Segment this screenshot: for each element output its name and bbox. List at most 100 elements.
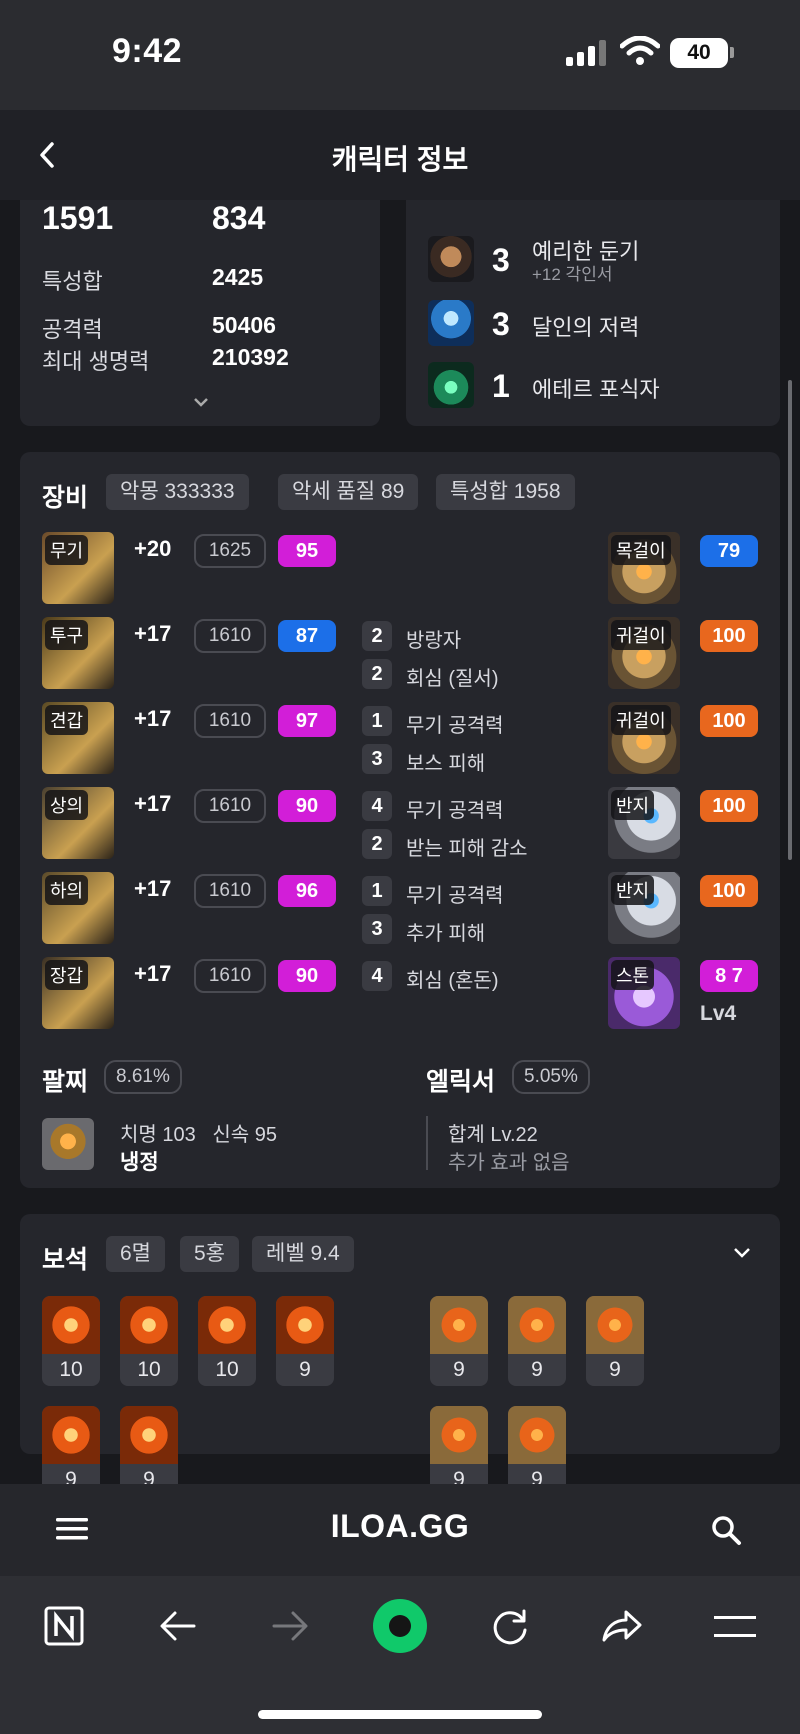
equipment-icon[interactable]: 견갑 — [42, 702, 114, 774]
engraving-name: 달인의 저력 — [532, 315, 640, 340]
slot-tag: 무기 — [45, 535, 89, 565]
battery-nub — [730, 47, 734, 58]
chevron-down-icon[interactable] — [732, 1246, 752, 1260]
search-icon[interactable] — [710, 1514, 742, 1546]
slot-tag: 반지 — [611, 875, 655, 905]
effect-name: 무기 공격력 — [406, 715, 504, 737]
share-icon[interactable] — [600, 1606, 644, 1646]
home-indicator — [258, 1710, 542, 1719]
effect-name: 회심 (질서) — [406, 668, 499, 690]
damage-gem[interactable]: 10 — [198, 1296, 256, 1386]
browser-back-icon[interactable] — [158, 1608, 198, 1644]
effect-name: 받는 피해 감소 — [406, 838, 528, 860]
quality-badge: 95 — [278, 535, 336, 567]
quality-badge: 90 — [278, 790, 336, 822]
stone-level: Lv4 — [700, 1002, 737, 1025]
accessory-icon[interactable]: 목걸이 — [608, 532, 680, 604]
enhance-level: +17 — [134, 876, 172, 901]
elixir-effect: 추가 효과 없음 — [448, 1152, 570, 1174]
gem-level: 9 — [531, 1358, 543, 1381]
item-level: 1610 — [194, 789, 266, 823]
equipment-icon[interactable]: 상의 — [42, 787, 114, 859]
notion-n-icon[interactable] — [44, 1606, 84, 1646]
hp-value: 210392 — [212, 344, 289, 370]
effect-name: 무기 공격력 — [406, 885, 504, 907]
trait-value: 2425 — [212, 264, 264, 290]
damage-gem[interactable]: 10 — [120, 1296, 178, 1386]
browser-menu-icon[interactable] — [714, 1614, 756, 1640]
effect-name: 방랑자 — [406, 630, 462, 652]
gem-level: 10 — [59, 1358, 83, 1381]
accessory-icon[interactable]: 스톤 — [608, 957, 680, 1029]
slot-tag: 목걸이 — [611, 535, 671, 565]
cooldown-gem[interactable]: 9 — [508, 1296, 566, 1386]
equipment-card: 장비 악몽 333333 악세 품질 89 특성합 1958 무기 +20 1625… — [20, 452, 780, 1188]
wifi-icon — [620, 36, 660, 65]
bracelet-stats: 치명 103 신속 95 — [120, 1124, 277, 1146]
stats-card: 1591 834 특성합 2425 공격력 50406 최대 생명력 21039… — [20, 170, 380, 426]
enhance-level: +17 — [134, 961, 172, 986]
accessory-icon[interactable]: 반지 — [608, 787, 680, 859]
engraving-level: 1 — [492, 368, 510, 404]
divider — [426, 1116, 428, 1170]
effect-level: 4 — [362, 961, 392, 991]
stat-top-left: 1591 — [42, 200, 114, 236]
equipment-icon[interactable]: 투구 — [42, 617, 114, 689]
item-level: 1610 — [194, 704, 266, 738]
battery-icon: 40 — [670, 38, 728, 68]
enhance-level: +17 — [134, 706, 172, 731]
item-level: 1610 — [194, 874, 266, 908]
scrollbar[interactable] — [788, 380, 792, 860]
cooldown-gem[interactable]: 9 — [430, 1406, 488, 1496]
item-level: 1610 — [194, 959, 266, 993]
equip-chip: 특성합 1958 — [436, 474, 575, 510]
damage-gem[interactable]: 9 — [276, 1296, 334, 1386]
effect-level: 4 — [362, 791, 392, 821]
effect-level: 3 — [362, 914, 392, 944]
gem-level: 9 — [453, 1358, 465, 1381]
equipment-icon[interactable]: 무기 — [42, 532, 114, 604]
slot-tag: 귀걸이 — [611, 705, 671, 735]
browser-forward-icon[interactable] — [270, 1608, 310, 1644]
bracelet-pct: 8.61% — [104, 1060, 182, 1094]
cooldown-gem[interactable]: 9 — [430, 1296, 488, 1386]
enhance-level: +17 — [134, 621, 172, 646]
cooldown-gem[interactable]: 9 — [508, 1406, 566, 1496]
gem-icon — [198, 1296, 256, 1354]
engraving-level: 3 — [492, 306, 510, 342]
stat-top-right: 834 — [212, 200, 266, 236]
site-logo[interactable]: ILOA.GG — [0, 1508, 800, 1545]
gem-chip: 5홍 — [180, 1236, 239, 1272]
accessory-icon[interactable]: 귀걸이 — [608, 617, 680, 689]
damage-gem[interactable]: 9 — [120, 1406, 178, 1496]
accessory-icon[interactable]: 귀걸이 — [608, 702, 680, 774]
equip-chip: 악세 품질 89 — [278, 474, 419, 510]
gem-icon — [42, 1296, 100, 1354]
slot-tag: 상의 — [45, 790, 89, 820]
elixir-total: 합계 Lv.22 — [448, 1124, 538, 1146]
damage-gem[interactable]: 9 — [42, 1406, 100, 1496]
whale-home-icon[interactable] — [372, 1598, 428, 1654]
cellular-signal-icon — [566, 40, 608, 66]
blunt-engraving-icon — [428, 236, 474, 282]
chevron-down-icon[interactable] — [192, 396, 210, 408]
engraving-name: 에테르 포식자 — [532, 377, 660, 402]
status-time: 9:42 — [112, 32, 183, 70]
effect-name: 추가 피해 — [406, 923, 486, 945]
quality-badge: 79 — [700, 535, 758, 567]
effect-level: 1 — [362, 876, 392, 906]
quality-badge: 87 — [278, 620, 336, 652]
gem-chip: 6멸 — [106, 1236, 165, 1272]
effect-level: 2 — [362, 829, 392, 859]
damage-gem[interactable]: 10 — [42, 1296, 100, 1386]
cooldown-gem[interactable]: 9 — [586, 1296, 644, 1386]
equipment-icon[interactable]: 하의 — [42, 872, 114, 944]
gem-icon — [508, 1406, 566, 1464]
equipment-icon[interactable]: 장갑 — [42, 957, 114, 1029]
bracelet-icon[interactable] — [42, 1118, 94, 1170]
reload-icon[interactable] — [490, 1606, 530, 1646]
quality-badge: 8 7 — [700, 960, 758, 992]
quality-badge: 100 — [700, 705, 758, 737]
elixir-pct: 5.05% — [512, 1060, 590, 1094]
accessory-icon[interactable]: 반지 — [608, 872, 680, 944]
